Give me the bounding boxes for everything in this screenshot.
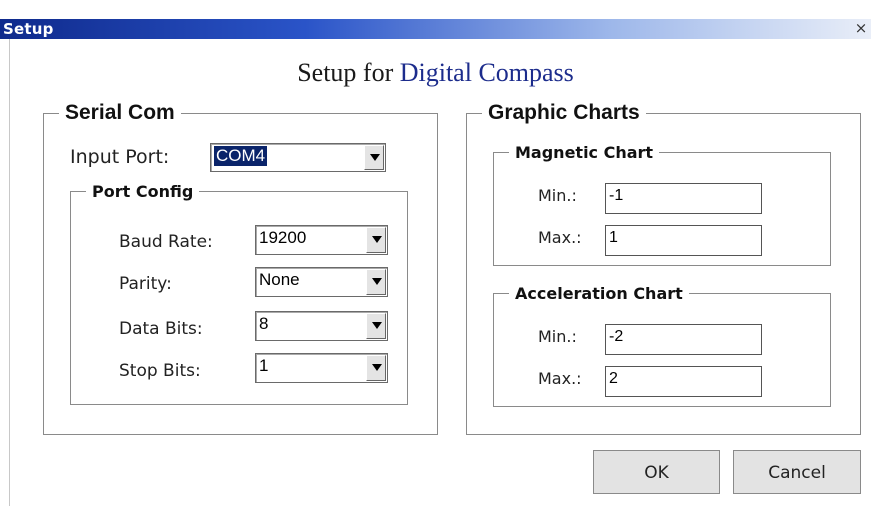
- data-bits-label: Data Bits:: [119, 319, 203, 339]
- chevron-down-icon[interactable]: [366, 355, 386, 381]
- magnetic-min-value: -1: [609, 187, 624, 204]
- page-heading: Setup for Digital Compass: [0, 58, 871, 88]
- baud-rate-label: Baud Rate:: [119, 232, 213, 252]
- baud-rate-select[interactable]: 19200: [255, 225, 388, 255]
- input-port-value: COM4: [214, 146, 268, 166]
- heading-accent: Digital Compass: [399, 58, 574, 87]
- chevron-down-icon[interactable]: [366, 227, 386, 253]
- graphic-charts-legend: Graphic Charts: [482, 101, 646, 125]
- magnetic-min-field[interactable]: -1: [605, 183, 762, 214]
- chevron-down-icon[interactable]: [366, 269, 386, 295]
- input-port-select[interactable]: COM4: [210, 143, 386, 172]
- baud-rate-value: 19200: [259, 228, 307, 247]
- title-bar[interactable]: [0, 19, 871, 39]
- magnetic-chart-legend: Magnetic Chart: [509, 143, 660, 162]
- acceleration-min-label: Min.:: [538, 327, 577, 346]
- stop-bits-label: Stop Bits:: [119, 361, 201, 381]
- serial-com-legend: Serial Com: [59, 101, 181, 125]
- acceleration-max-label: Max.:: [538, 369, 582, 388]
- heading-prefix: Setup for: [297, 58, 394, 87]
- acceleration-max-value: 2: [609, 370, 618, 387]
- acceleration-min-field[interactable]: -2: [605, 324, 762, 355]
- port-config-legend: Port Config: [86, 182, 200, 201]
- close-icon[interactable]: ×: [853, 19, 869, 37]
- magnetic-min-label: Min.:: [538, 186, 577, 205]
- parity-value: None: [259, 270, 300, 289]
- stop-bits-value: 1: [259, 356, 269, 375]
- magnetic-max-field[interactable]: 1: [605, 225, 762, 256]
- acceleration-chart-legend: Acceleration Chart: [509, 284, 689, 303]
- data-bits-value: 8: [259, 314, 269, 333]
- chevron-down-icon[interactable]: [366, 313, 386, 339]
- window-title: Setup: [3, 20, 54, 38]
- chevron-down-icon[interactable]: [364, 145, 384, 170]
- stop-bits-select[interactable]: 1: [255, 353, 388, 383]
- magnetic-max-value: 1: [609, 229, 618, 246]
- acceleration-min-value: -2: [609, 328, 624, 345]
- magnetic-max-label: Max.:: [538, 228, 582, 247]
- acceleration-max-field[interactable]: 2: [605, 366, 762, 397]
- parity-select[interactable]: None: [255, 267, 388, 297]
- data-bits-select[interactable]: 8: [255, 311, 388, 341]
- cancel-button[interactable]: Cancel: [733, 450, 861, 494]
- parity-label: Parity:: [119, 274, 172, 294]
- input-port-label: Input Port:: [70, 146, 170, 168]
- ok-button[interactable]: OK: [593, 450, 720, 494]
